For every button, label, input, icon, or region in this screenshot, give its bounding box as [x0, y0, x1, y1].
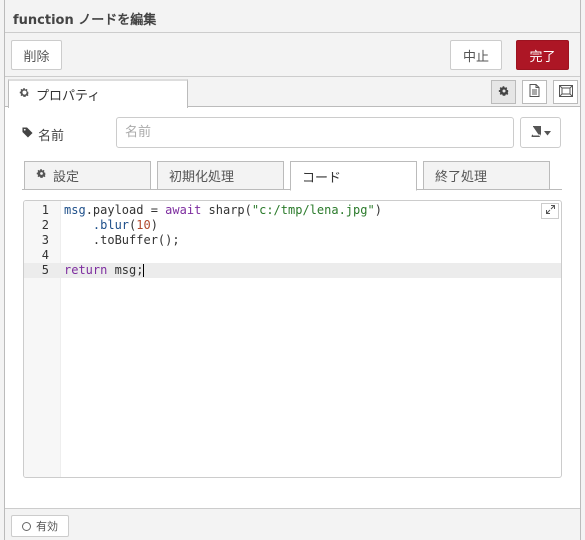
subtab-code-label: コード: [302, 170, 342, 186]
done-button[interactable]: 完了: [516, 40, 569, 70]
gear-icon: [36, 168, 47, 183]
tray-toolbar: 削除 中止 完了: [5, 33, 580, 77]
line-number: 4: [41, 248, 49, 262]
appearance-tab-button[interactable]: [553, 80, 578, 104]
enable-toggle-button[interactable]: 有効: [11, 515, 69, 537]
subtab-initialize-label: 初期化処理: [169, 170, 235, 185]
gear-icon: [498, 85, 510, 100]
expand-editor-button[interactable]: [541, 203, 559, 219]
code-line: 4: [24, 248, 561, 263]
line-number: 1: [41, 203, 49, 217]
name-row: 名前: [5, 116, 580, 150]
tab-properties-label: プロパティ: [36, 89, 101, 104]
subtab-code[interactable]: コード: [290, 161, 417, 191]
delete-button[interactable]: 削除: [11, 40, 62, 70]
subtab-finalize[interactable]: 終了処理: [423, 161, 550, 190]
layout-icon: [558, 84, 573, 100]
tray-header: function ノードを編集: [5, 0, 580, 33]
name-label-group: 名前: [22, 125, 64, 144]
enable-label: 有効: [36, 520, 58, 533]
gear-icon: [19, 87, 30, 102]
tab-properties[interactable]: プロパティ: [8, 79, 188, 108]
icon-picker-button[interactable]: [520, 117, 561, 148]
subtab-settings[interactable]: 設定: [24, 161, 151, 190]
cancel-button[interactable]: 中止: [450, 40, 502, 70]
caret-down-icon: [543, 126, 551, 139]
tab-bar: プロパティ: [5, 77, 580, 108]
name-input[interactable]: [116, 117, 514, 148]
settings-tab-button[interactable]: [491, 80, 516, 104]
function-subtabs: 設定 初期化処理 コード 終了処理: [22, 160, 562, 191]
text-cursor: [143, 264, 145, 277]
book-icon: [531, 125, 541, 140]
code-line: 1 msg.payload = await sharp("c:/tmp/lena…: [24, 203, 561, 218]
line-number: 2: [41, 218, 49, 232]
tag-icon: [22, 127, 33, 142]
tray-footer: 有効: [5, 508, 580, 540]
subtab-finalize-label: 終了処理: [435, 170, 488, 185]
expand-icon: [545, 205, 555, 217]
file-icon: [529, 84, 540, 100]
code-text: return msg;: [64, 263, 145, 277]
code-line-active: 5 return msg;: [24, 263, 561, 278]
code-text: .blur(10): [92, 218, 158, 232]
line-number: 5: [41, 263, 49, 277]
code-text: msg.payload = await sharp("c:/tmp/lena.j…: [64, 203, 382, 217]
code-line: 3 .toBuffer();: [24, 233, 561, 248]
page-title: function ノードを編集: [13, 13, 157, 28]
subtab-initialize[interactable]: 初期化処理: [157, 161, 284, 190]
line-number: 3: [41, 233, 49, 247]
code-editor[interactable]: 1 msg.payload = await sharp("c:/tmp/lena…: [23, 200, 562, 478]
circle-icon: [22, 521, 31, 531]
name-label: 名前: [38, 129, 65, 144]
subtab-settings-label: 設定: [53, 170, 80, 185]
description-tab-button[interactable]: [522, 80, 547, 104]
edit-tray: function ノードを編集 削除 中止 完了 プロパティ 名前 名前 設定 …: [4, 0, 581, 540]
code-text: .toBuffer();: [64, 233, 180, 247]
code-line: 2 .blur(10): [24, 218, 561, 233]
